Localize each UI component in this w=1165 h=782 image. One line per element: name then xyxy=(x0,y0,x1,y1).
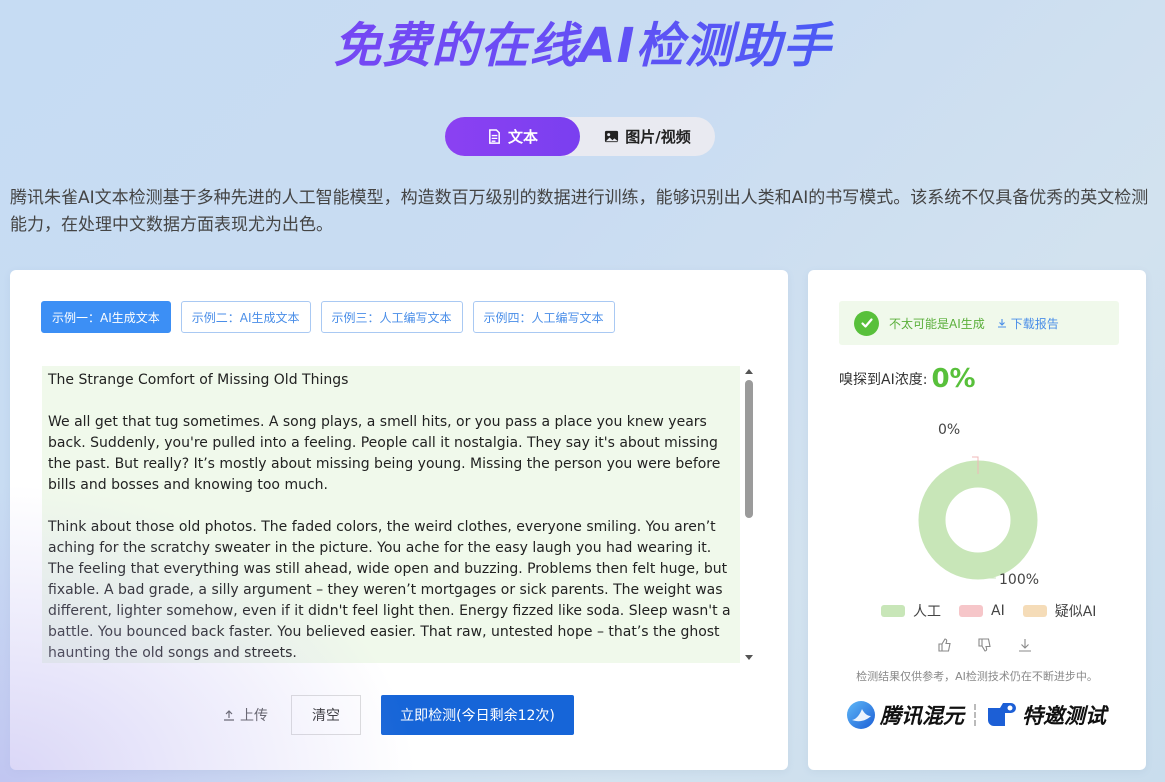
upload-icon xyxy=(224,710,234,721)
tab-text-label: 文本 xyxy=(507,128,538,146)
scroll-down-arrow-icon[interactable] xyxy=(745,655,753,660)
upload-button[interactable]: 上传 xyxy=(223,705,268,725)
legend-label: 人工 xyxy=(913,604,941,620)
legend-swatch xyxy=(1022,605,1047,617)
result-panel: 不太可能是AI生成 下载报告 嗅探到AI浓度: 0% 0% 100% 人工 AI… xyxy=(808,270,1146,770)
legend-item-ai[interactable]: AI xyxy=(959,601,1005,621)
tab-image-video-label: 图片/视频 xyxy=(625,128,691,146)
disclaimer-text: 检测结果仅供参考，AI检测技术仍在不断进步中。 xyxy=(856,670,1098,683)
clear-button[interactable]: 清空 xyxy=(291,695,361,735)
example-buttons: 示例一：AI生成文本 示例二：AI生成文本 示例三：人工编写文本 示例四：人工编… xyxy=(41,301,615,333)
thumbs-up-icon[interactable] xyxy=(938,638,956,656)
legend-item-suspected[interactable]: 疑似AI xyxy=(1022,601,1097,621)
special-test-badge: 特邀测试 xyxy=(986,700,1106,730)
legend-label: 疑似AI xyxy=(1054,604,1097,620)
download-icon[interactable] xyxy=(1018,638,1036,656)
result-summary: 不太可能是AI生成 下载报告 xyxy=(839,301,1119,345)
scroll-thumb[interactable] xyxy=(745,380,753,518)
scroll-up-arrow-icon[interactable] xyxy=(745,369,753,374)
page-title: 免费的在线AI检测助手 xyxy=(0,14,1165,78)
hunyuan-logo: 腾讯混元 xyxy=(846,700,964,730)
tab-image-video[interactable]: 图片/视频 xyxy=(580,117,715,156)
legend-swatch xyxy=(959,605,983,617)
text-paragraph: The Strange Comfort of Missing Old Thing… xyxy=(48,372,349,388)
special-test-label: 特邀测试 xyxy=(1022,704,1106,728)
brand-logos: 腾讯混元 特邀测试 xyxy=(846,700,1106,730)
action-bar: 上传 清空 立即检测(今日剩余12次) xyxy=(10,695,788,735)
upload-label: 上传 xyxy=(240,708,268,724)
slice-label-zero: 0% xyxy=(938,422,960,438)
example-button-4[interactable]: 示例四：人工编写文本 xyxy=(472,301,615,333)
brand-divider xyxy=(974,704,976,726)
text-paragraph: We all get that tug sometimes. A song pl… xyxy=(48,414,721,493)
score-value: 0% xyxy=(931,364,976,394)
example-button-1[interactable]: 示例一：AI生成文本 xyxy=(41,301,171,333)
example-button-2[interactable]: 示例二：AI生成文本 xyxy=(180,301,311,333)
document-icon xyxy=(489,129,500,144)
feedback-bar xyxy=(938,638,1036,656)
input-panel: 示例一：AI生成文本 示例二：AI生成文本 示例三：人工编写文本 示例四：人工编… xyxy=(10,270,788,770)
donut-chart: 0% 100% xyxy=(918,422,1039,588)
intro-text: 腾讯朱雀AI文本检测基于多种先进的人工智能模型，构造数百万级别的数据进行训练，能… xyxy=(10,188,1149,235)
legend-item-human[interactable]: 人工 xyxy=(881,601,941,621)
thumbs-down-icon[interactable] xyxy=(978,638,996,656)
mode-tabs: 文本 图片/视频 xyxy=(445,117,715,156)
legend-swatch xyxy=(881,605,905,617)
text-scrollbar[interactable] xyxy=(742,366,756,663)
legend-label: AI xyxy=(991,603,1005,619)
example-button-3[interactable]: 示例三：人工编写文本 xyxy=(320,301,463,333)
ai-score: 嗅探到AI浓度: 0% xyxy=(839,364,976,394)
slice-label-hundred: 100% xyxy=(999,572,1039,588)
text-input[interactable]: The Strange Comfort of Missing Old Thing… xyxy=(42,366,740,663)
chart-legend: 人工 AI 疑似AI xyxy=(881,601,1096,621)
donut-slice-human xyxy=(918,460,1038,580)
score-label: 嗅探到AI浓度: xyxy=(839,372,928,388)
download-report-link[interactable]: 下载报告 xyxy=(997,315,1059,332)
result-status: 不太可能是AI生成 xyxy=(889,316,985,331)
download-icon xyxy=(997,319,1006,328)
tab-text[interactable]: 文本 xyxy=(445,117,580,156)
hunyuan-label: 腾讯混元 xyxy=(880,704,964,728)
image-icon xyxy=(605,130,619,143)
detect-button[interactable]: 立即检测(今日剩余12次) xyxy=(381,695,574,735)
text-paragraph: Think about those old photos. The faded … xyxy=(48,519,731,661)
check-icon xyxy=(854,310,879,336)
hunyuan-logo-icon xyxy=(847,701,875,729)
download-report-label: 下载报告 xyxy=(1010,316,1059,331)
hand-pointer-icon xyxy=(988,703,1016,726)
